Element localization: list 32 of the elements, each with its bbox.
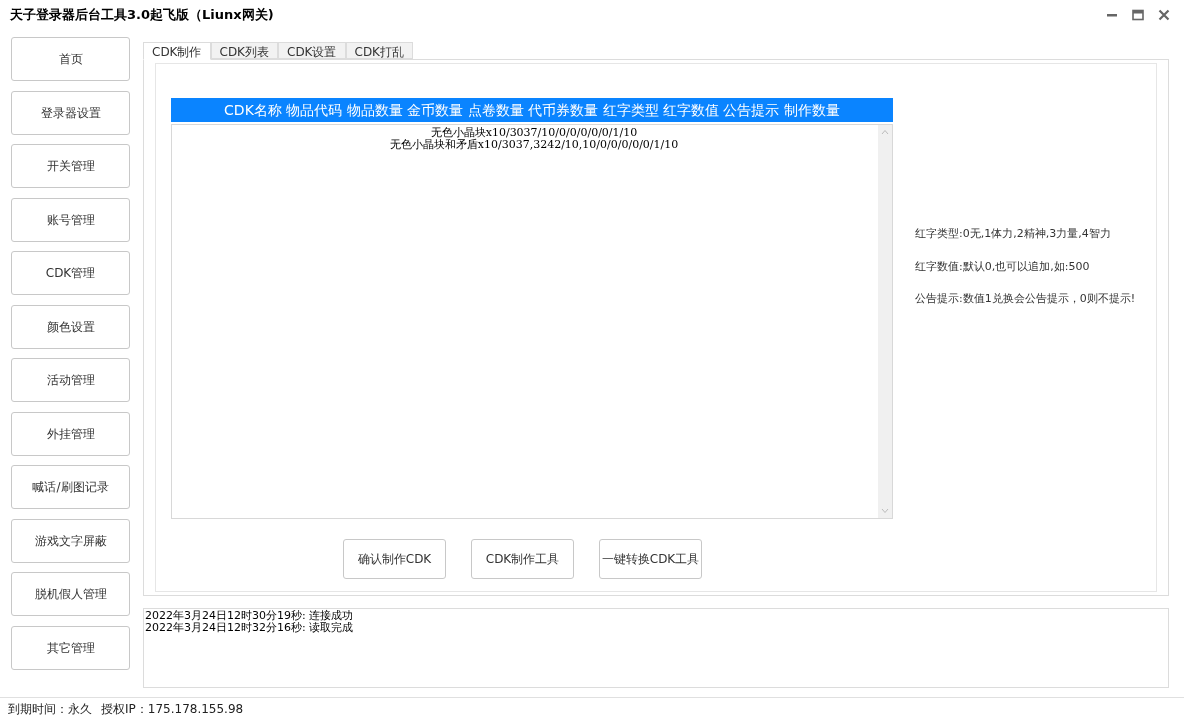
maximize-icon[interactable] [1132,9,1144,21]
tab[interactable]: CDK列表 [210,42,278,59]
sidebar-button[interactable]: 脱机假人管理 [11,572,130,616]
action-button[interactable]: 一键转换CDK工具 [599,539,702,579]
list-row[interactable]: 无色小晶块和矛盾x10/3037,3242/10,10/0/0/0/0/0/1/10 [389,139,679,151]
log-line: 2022年3月24日12时32分16秒: 读取完成 [145,622,355,634]
action-button[interactable]: 确认制作CDK [343,539,446,579]
tab[interactable]: CDK打乱 [345,42,413,59]
tab[interactable]: CDK设置 [278,42,346,59]
window-title: 天子登录器后台工具3.0起飞版（Liunx网关) [10,6,274,25]
sidebar-button[interactable]: 账号管理 [11,197,130,242]
sidebar-button[interactable]: 外挂管理 [11,411,130,456]
tab[interactable]: CDK制作 [143,42,211,60]
sidebar-button[interactable]: 活动管理 [11,358,130,402]
status-text: 授权IP：175.178.155.98 [101,700,244,718]
sidebar-button[interactable]: 开关管理 [11,144,130,188]
hint-text: 红字类型:0无,1体力,2精神,3力量,4智力 [915,226,1112,242]
sidebar-button[interactable]: 登录器设置 [11,90,130,135]
close-icon[interactable] [1158,9,1170,21]
action-button[interactable]: CDK制作工具 [471,539,574,579]
sidebar-button[interactable]: CDK管理 [11,251,130,295]
log-line: 2022年3月24日12时30分19秒: 连接成功 [145,610,355,622]
hint-text: 公告提示:数值1兑换会公告提示，0则不提示! [915,291,1136,307]
sidebar-button[interactable]: 颜色设置 [11,304,130,349]
status-text: 到期时间：永久 [8,700,92,718]
sidebar-button[interactable]: 首页 [11,37,130,81]
list-row[interactable]: 无色小晶块x10/3037/10/0/0/0/0/0/1/10 [430,127,638,139]
list-header: CDK名称 物品代码 物品数量 金币数量 点卷数量 代币券数量 红字类型 红字数值 公告提示 制作数量 [171,98,893,122]
sidebar-button[interactable]: 其它管理 [11,625,130,670]
sidebar-button[interactable]: 游戏文字屏蔽 [11,518,130,563]
sidebar-button[interactable]: 喊话/刷图记录 [11,465,130,509]
hint-text: 红字数值:默认0,也可以追加,如:500 [915,258,1091,275]
